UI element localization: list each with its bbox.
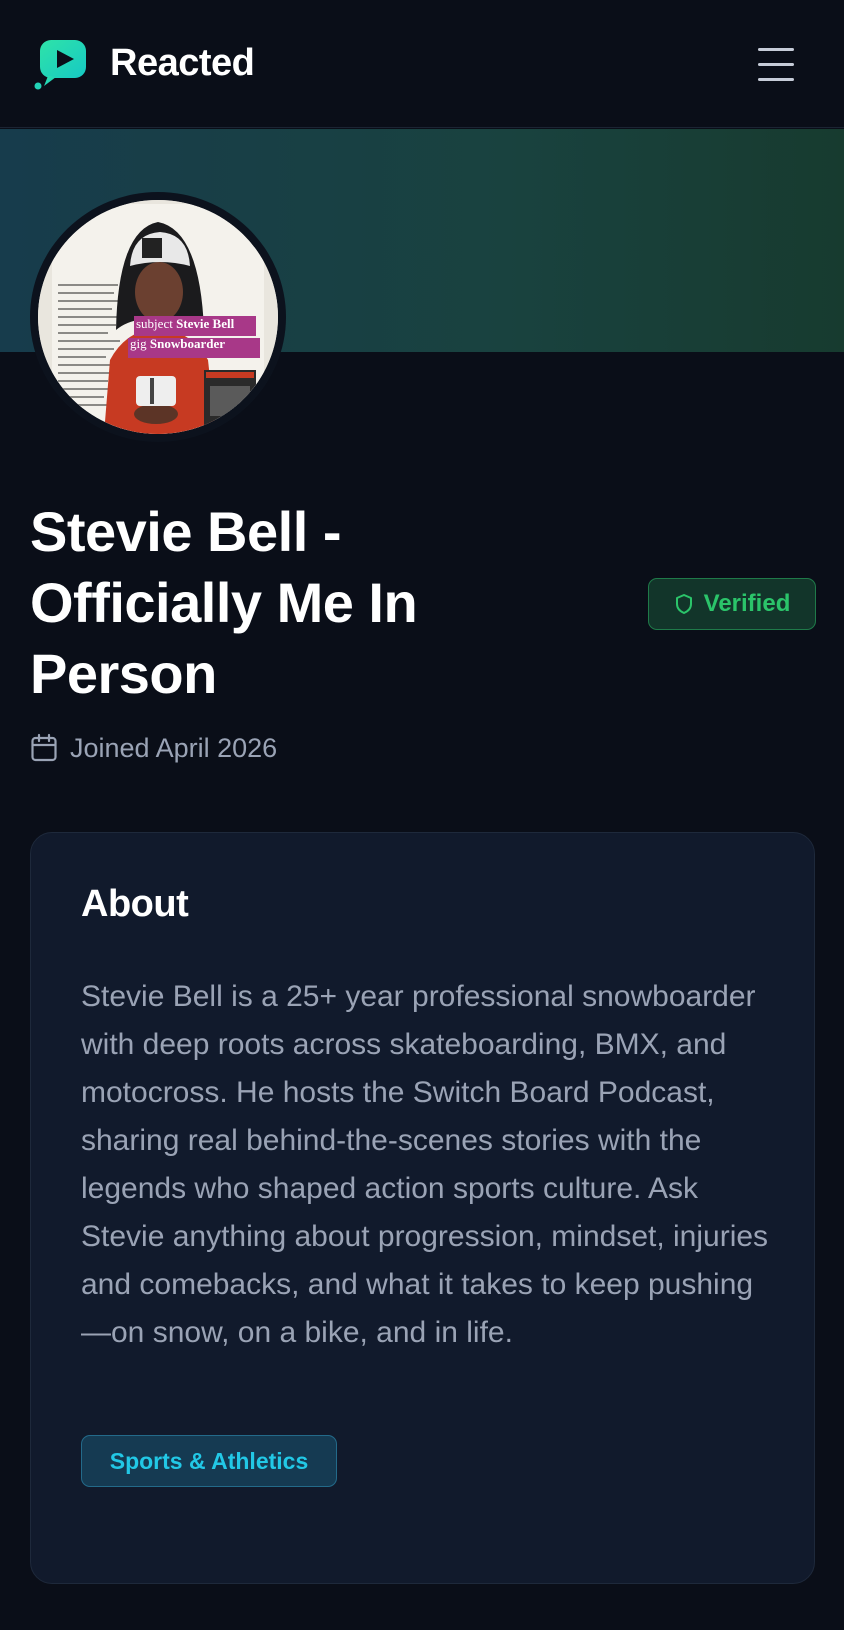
category-tag[interactable]: Sports & Athletics [81,1435,337,1487]
avatar-caption-subject: Stevie Bell [176,316,235,331]
calendar-icon [30,733,58,763]
avatar-caption-gig: Snowboarder [149,336,225,351]
joined-text: Joined April 2026 [70,732,278,763]
about-heading: About [81,883,189,925]
avatar-photo: subject Stevie Bell gig Snowboarder [38,200,278,434]
avatar-caption-subject-prefix: subject [136,316,173,331]
hamburger-menu-icon[interactable] [756,46,796,82]
top-header: Reacted [0,0,844,128]
about-card: About Stevie Bell is a 25+ year professi… [30,832,815,1584]
play-bubble-icon[interactable] [34,40,90,90]
avatar[interactable]: subject Stevie Bell gig Snowboarder [30,192,286,442]
joined-date: Joined April 2026 [30,730,277,766]
profile-name: Stevie Bell - Officially Me In Person [30,500,418,705]
app-name[interactable]: Reacted [110,42,255,85]
avatar-caption-gig-prefix: gig [130,336,147,351]
verified-label: Verified [703,590,791,617]
shield-icon [674,593,694,615]
about-bio: Stevie Bell is a 25+ year professional s… [81,980,769,1349]
verified-badge: Verified [648,578,816,630]
avatar-caption: subject Stevie Bell gig Snowboarder [130,314,266,354]
